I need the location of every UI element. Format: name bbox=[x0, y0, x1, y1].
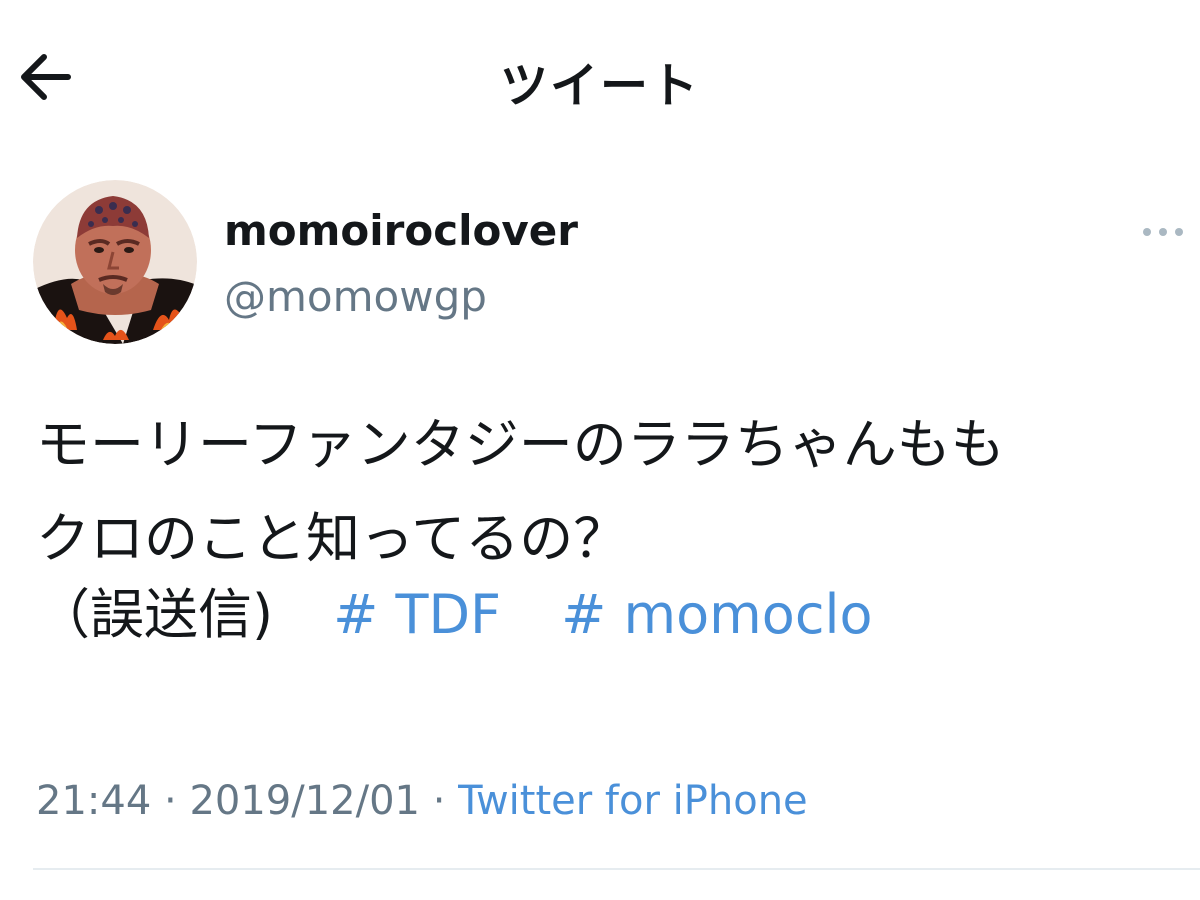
page-title: ツイート bbox=[499, 58, 700, 114]
tweet-metadata: 21:44 · 2019/12/01 · Twitter for iPhone bbox=[36, 778, 808, 824]
tweet-text: モーリーファンタジーのララちゃんもも クロのこと知ってるの？ （誤送信) # TD… bbox=[36, 413, 1200, 668]
tweet-date: 2019/12/01 bbox=[189, 778, 420, 824]
avatar[interactable] bbox=[33, 180, 197, 344]
hashtag-link-momoclo[interactable]: # momoclo bbox=[561, 583, 872, 646]
tweet-text-line: モーリーファンタジーのララちゃんもも bbox=[36, 413, 1005, 476]
more-horizontal-icon bbox=[1143, 228, 1183, 236]
display-name[interactable]: momoiroclover bbox=[224, 206, 578, 255]
avatar-image bbox=[33, 180, 197, 344]
tweet-source-link[interactable]: Twitter for iPhone bbox=[458, 778, 808, 824]
divider bbox=[33, 868, 1200, 870]
more-options-button[interactable] bbox=[1138, 218, 1188, 246]
separator: · bbox=[164, 778, 177, 824]
separator: · bbox=[432, 778, 446, 824]
tweet-text-line: （誤送信) # TDF # momoclo bbox=[36, 562, 1200, 668]
hashtag-link-tdf[interactable]: # TDF bbox=[333, 583, 501, 646]
tweet-text-note: （誤送信) bbox=[36, 583, 274, 646]
user-handle[interactable]: @momowgp bbox=[224, 272, 487, 321]
top-nav-bar: ツイート bbox=[0, 0, 1200, 160]
tweet-time: 21:44 bbox=[36, 778, 152, 824]
